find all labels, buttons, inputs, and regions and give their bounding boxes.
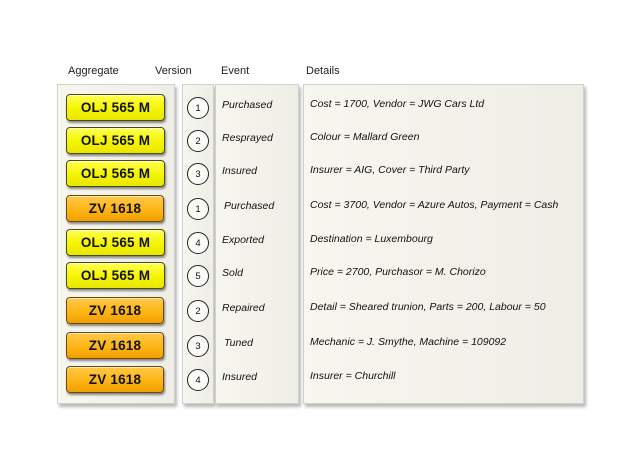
version-badge: 2 [187,300,209,322]
aggregate-plate: OLJ 565 M [66,229,165,256]
header-aggregate: Aggregate [68,65,119,77]
event-details: Detail = Sheared trunion, Parts = 200, L… [310,301,546,313]
version-badge: 4 [187,369,209,391]
aggregate-plate: OLJ 565 M [66,160,165,187]
version-badge: 3 [187,335,209,357]
event-details: Colour = Mallard Green [310,131,420,143]
version-badge: 1 [187,198,209,220]
aggregate-plate: OLJ 565 M [66,127,165,154]
event-details: Mechanic = J. Smythe, Machine = 109092 [310,336,507,348]
event-details: Cost = 1700, Vendor = JWG Cars Ltd [310,98,485,110]
event-label: Purchased [222,99,273,111]
event-details: Insurer = AIG, Cover = Third Party [310,164,470,176]
version-badge: 4 [187,232,209,254]
event-label: Tuned [224,337,253,349]
event-label: Resprayed [222,132,273,144]
event-details: Insurer = Churchill [310,370,396,382]
event-label: Insured [222,165,258,177]
event-label: Repaired [222,302,265,314]
event-details: Destination = Luxembourg [310,233,433,245]
version-badge: 1 [187,97,209,119]
header-details: Details [306,65,340,77]
aggregate-plate: OLJ 565 M [66,94,165,121]
aggregate-plate: ZV 1618 [66,297,164,324]
event-details: Price = 2700, Purchasor = M. Chorizo [310,266,486,278]
event-label: Insured [222,371,258,383]
event-label: Sold [222,267,244,279]
header-event: Event [221,65,250,77]
version-badge: 2 [187,130,209,152]
version-badge: 5 [187,265,209,287]
aggregate-plate: ZV 1618 [66,332,164,359]
event-label: Purchased [224,200,275,212]
version-badge: 3 [187,163,209,185]
event-label: Exported [222,234,265,246]
aggregate-plate: OLJ 565 M [66,262,165,289]
aggregate-plate: ZV 1618 [66,195,164,222]
aggregate-plate: ZV 1618 [66,366,164,393]
event-details: Cost = 3700, Vendor = Azure Autos, Payme… [310,199,559,211]
header-version: Version [155,65,192,77]
